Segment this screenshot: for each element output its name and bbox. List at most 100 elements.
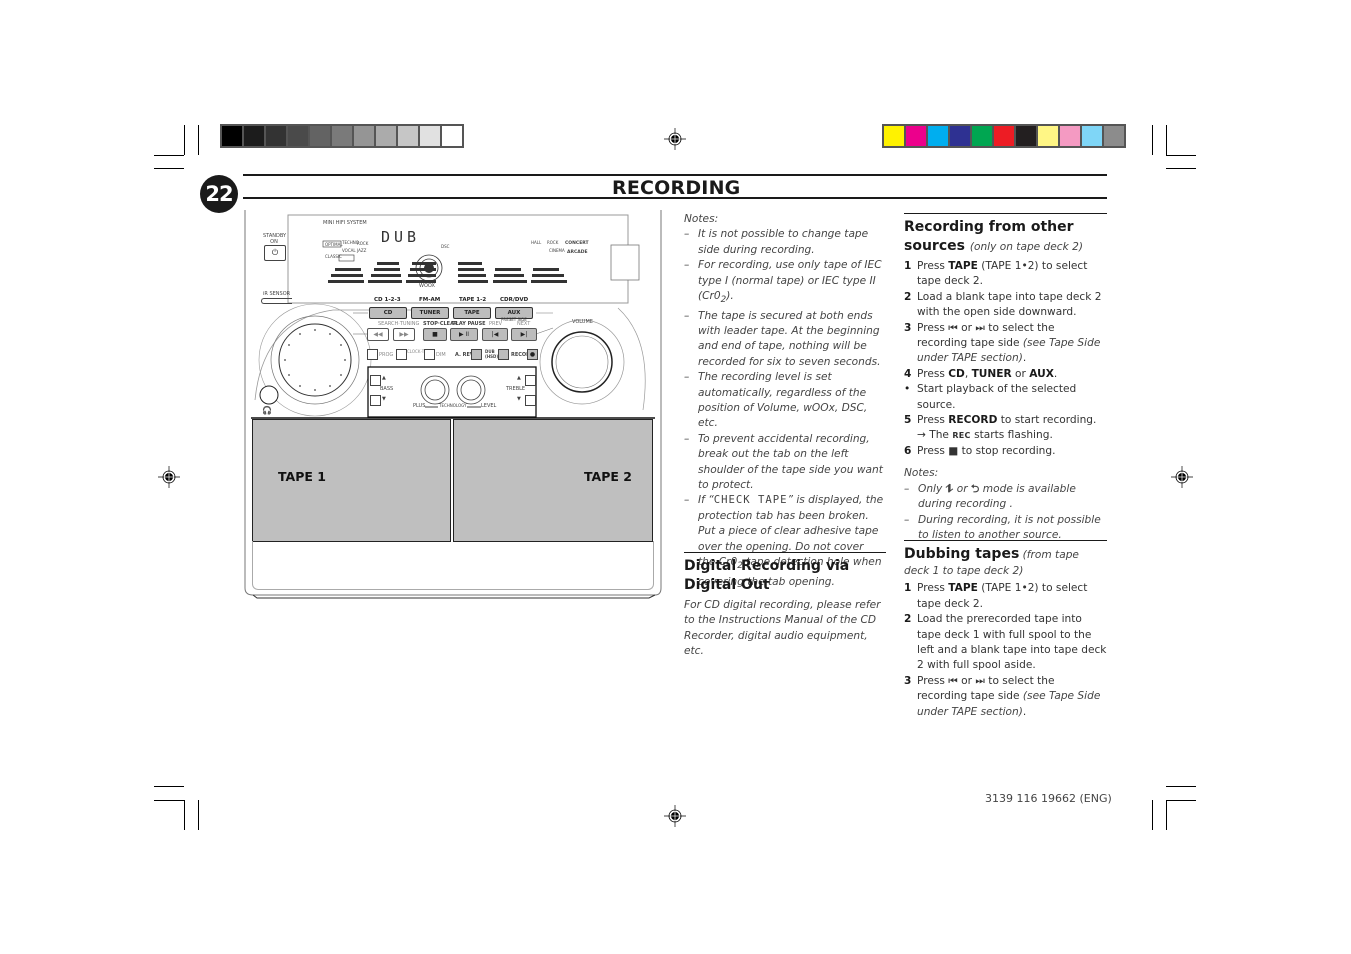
page-title: RECORDING [612,177,741,199]
display-dub-text: DUB [381,228,421,246]
calibration-swatch [928,126,948,146]
treble-down-icon: ▼ [517,396,521,402]
tape-2-label: TAPE 2 [584,469,632,484]
hifi-system-illustration: MINI HIFI SYSTEM DUB WOOX OPTIMAL CLASSI… [243,210,663,600]
record-dot-icon: ● [529,351,536,358]
calibration-swatch [266,126,286,146]
step-item: 2 Load a blank tape into tape deck 2 with… [904,290,1102,319]
ir-sensor-label: iR SENSOR [263,291,291,297]
next-button[interactable]: ▶| [511,328,537,341]
tuner-button[interactable]: TUNER [411,307,449,319]
step-item: 6 Press ■ to stop recording. [904,444,1056,457]
standby-label: STANDBY ON [263,233,287,245]
plus-label: PLUS [413,403,426,409]
note-item: – For recording, use only tape of IEC typ… [684,259,882,306]
treble-up-icon: ▲ [517,375,521,381]
tape-deck-1[interactable]: TAPE 1 [252,419,451,542]
bass-label: BASS [380,386,394,392]
prev-button[interactable]: |◀ [482,328,508,341]
eq-label: CINEMA [549,248,565,253]
stop-button[interactable]: ■ [423,328,447,341]
dim-button[interactable] [424,349,435,360]
volume-label: VOLUME [572,319,593,325]
calibration-swatch [950,126,970,146]
brand-label: MINI HIFI SYSTEM [323,220,367,226]
document-code: 3139 116 19662 (ENG) [985,792,1112,805]
notes-heading: Notes: [904,467,939,480]
calibration-swatch [288,126,308,146]
level-label: LEVEL [481,403,497,409]
prog-label: PROG [379,352,394,358]
registration-mark-top [664,128,686,150]
step-item: 3 Press ⏮ or ⏭ to select the recording ta… [904,321,1101,365]
record-button[interactable]: ● [527,349,538,360]
rec-indicator: REC [952,431,971,441]
registration-mark-bottom [664,805,686,827]
calibration-swatch [244,126,264,146]
woox-label: WOOX [419,283,435,289]
technology-label: TECHNOLOGY [439,403,467,408]
ir-sensor [261,298,292,304]
tape-button[interactable]: TAPE [453,307,491,319]
dub-button[interactable] [498,349,509,360]
recording-from-sources-section: Recording from other sources (only on ta… [904,213,1107,543]
calibration-swatch [376,126,396,146]
bass-up-icon: ▲ [382,375,386,381]
treble-down-button[interactable] [525,395,536,406]
section-rule [904,213,1107,214]
grayscale-calibration-bar [220,124,464,148]
clock-timer-button[interactable] [396,349,407,360]
rewind-button[interactable]: ◀◀ [367,328,389,341]
control-caption: PREV [489,321,503,327]
eq-label: ROCK [357,241,369,246]
digital-recording-heading: Digital Recording via Digital Out [684,558,850,593]
source-caption: TAPE 1-2 [459,297,487,303]
eq-label: HALL [531,240,542,245]
calibration-swatch [972,126,992,146]
tape-deck-2[interactable]: TAPE 2 [453,419,653,542]
calibration-swatch [1038,126,1058,146]
tape-1-label: TAPE 1 [278,469,326,484]
recording-from-sources-heading: Recording from other sources (only on ta… [904,219,1083,254]
calibration-swatch [1060,126,1080,146]
fast-forward-button[interactable]: ▶▶ [393,328,415,341]
notes-heading: Notes: [684,213,719,225]
note-item: – The tape is secured at both ends with l… [684,309,881,368]
calibration-swatch [398,126,418,146]
eq-label: ARCADE [567,250,588,255]
color-calibration-bar [882,124,1126,148]
bass-down-button[interactable] [370,395,381,406]
step-item: 3 Press ⏮ or ⏭ to select the recording ta… [904,674,1101,718]
section-rule [904,540,1107,541]
cd-button[interactable]: CD [369,307,407,319]
calibration-swatch [442,126,462,146]
dubbing-tapes-heading: Dubbing tapes (from tape deck 1 to tape … [904,546,1079,577]
step-item: 2 Load the prerecorded tape into tape dec… [904,613,1107,672]
digital-recording-section: Digital Recording via Digital Out For CD… [684,552,886,660]
calibration-swatch [1104,126,1124,146]
device-base [252,541,654,590]
a-rev-button[interactable] [471,349,482,360]
registration-mark-right [1171,466,1193,488]
calibration-swatch [906,126,926,146]
source-caption: CD 1-2-3 [374,297,401,303]
power-icon: ⏻ [271,248,279,257]
prog-button[interactable] [367,349,378,360]
source-caption: CDR/DVD [500,297,529,303]
note-item: – It is not possible to change tape side … [684,228,869,256]
eq-label: VOCAL [342,248,356,253]
calibration-swatch [222,126,242,146]
registration-mark-left [158,466,180,488]
step-item: 1 Press TAPE (TAPE 1•2) to select tape de… [904,260,1088,288]
play-pause-button[interactable]: ▶ II [450,328,478,341]
calibration-swatch [332,126,352,146]
dim-label: DIM [436,352,446,358]
treble-up-button[interactable] [525,375,536,386]
bass-up-button[interactable] [370,375,381,386]
calibration-swatch [310,126,330,146]
bass-down-icon: ▼ [382,396,386,402]
calibration-swatch [1016,126,1036,146]
prev-icon: ⏮ [948,674,958,687]
note-item: – To prevent accidental recording, break … [684,432,883,492]
standby-button[interactable]: ⏻ [264,245,286,261]
